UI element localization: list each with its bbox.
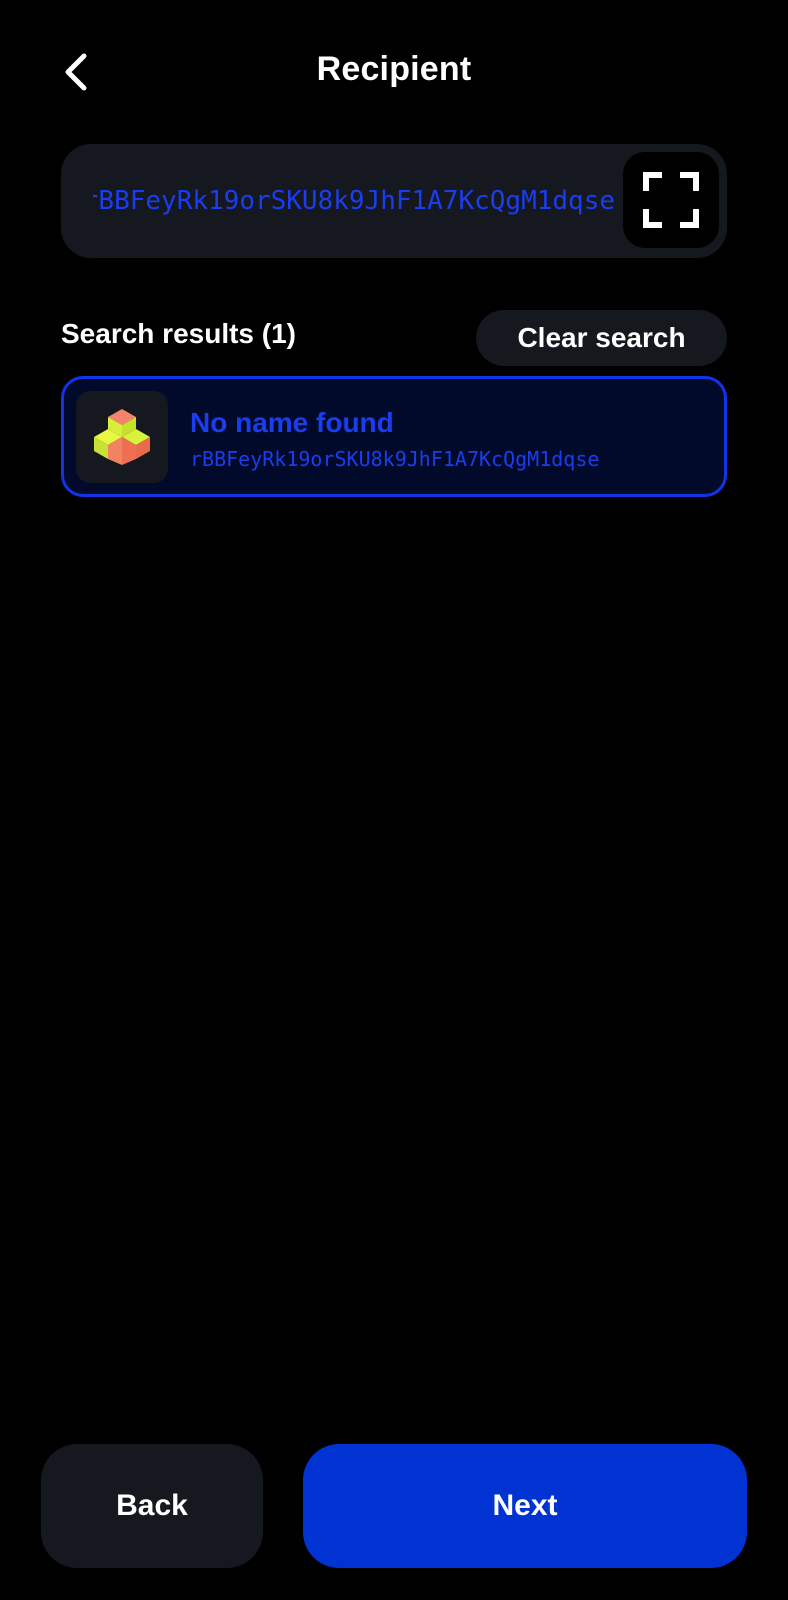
search-input-text: rBBFeyRk19orSKU8k9JhF1A7KcQgM1dqse [93, 186, 615, 216]
scan-frame-icon [643, 172, 699, 228]
recipient-search-input[interactable]: rBBFeyRk19orSKU8k9JhF1A7KcQgM1dqse [61, 144, 727, 258]
scan-qr-button[interactable] [623, 152, 719, 248]
avatar [76, 391, 168, 483]
page-title: Recipient [316, 50, 472, 88]
back-button[interactable]: Back [41, 1444, 263, 1568]
next-button[interactable]: Next [303, 1444, 747, 1568]
header: Recipient [0, 40, 788, 104]
cube-identicon-icon [94, 409, 150, 465]
result-address: rBBFeyRk19orSKU8k9JhF1A7KcQgM1dqse [190, 447, 600, 471]
search-result-item[interactable]: No name found rBBFeyRk19orSKU8k9JhF1A7Kc… [61, 376, 727, 497]
result-name: No name found [190, 407, 394, 438]
search-results-label: Search results (1) [61, 318, 296, 349]
search-input-value[interactable]: rBBFeyRk19orSKU8k9JhF1A7KcQgM1dqse [93, 144, 615, 258]
clear-search-button[interactable]: Clear search [476, 310, 727, 366]
